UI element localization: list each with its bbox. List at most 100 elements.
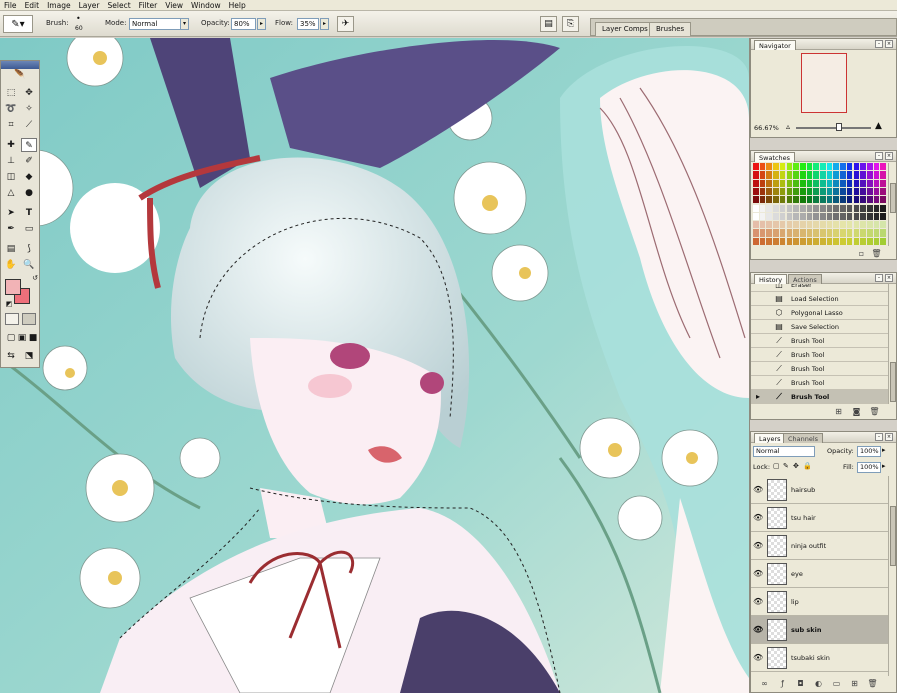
color-swatch[interactable] — [846, 179, 854, 188]
color-swatch[interactable] — [860, 229, 867, 238]
visibility-eye-icon[interactable]: 👁 — [753, 653, 763, 663]
layer-thumbnail[interactable] — [767, 591, 787, 613]
swap-colors-icon[interactable]: ↺ — [27, 271, 43, 285]
color-swatch[interactable] — [840, 237, 847, 246]
dodge-tool-icon[interactable]: ● — [21, 186, 37, 200]
slice-tool-icon[interactable]: ⟋ — [21, 118, 37, 132]
clone-stamp-tool-icon[interactable]: ⊥ — [3, 154, 19, 168]
layer-row[interactable]: 👁 tsubaki skin — [751, 644, 888, 672]
navigator-zoom-value[interactable]: 66.67% — [754, 124, 779, 132]
color-swatch[interactable] — [793, 212, 800, 222]
color-swatch[interactable] — [860, 163, 867, 172]
color-swatch[interactable] — [779, 229, 787, 238]
fill-arrow-icon[interactable]: ▸ — [882, 462, 886, 470]
history-state[interactable]: ⬡ Polygonal Lasso — [751, 306, 888, 320]
color-swatch[interactable] — [833, 229, 841, 238]
standard-mode-button[interactable] — [5, 313, 19, 325]
color-swatch[interactable] — [793, 204, 800, 213]
color-swatch[interactable] — [853, 163, 861, 172]
color-swatch[interactable] — [779, 171, 787, 180]
color-swatch[interactable] — [880, 187, 887, 197]
new-snapshot-icon[interactable]: ◙ — [851, 406, 862, 417]
color-swatch[interactable] — [853, 212, 861, 222]
flow-input[interactable]: 35% — [297, 18, 319, 30]
type-tool-icon[interactable]: T — [21, 206, 37, 220]
color-swatch[interactable] — [766, 229, 774, 238]
layer-row[interactable]: 👁 lip — [751, 588, 888, 616]
color-swatch[interactable] — [826, 163, 834, 172]
color-swatch[interactable] — [813, 212, 820, 222]
color-swatch[interactable] — [766, 179, 774, 188]
color-swatch[interactable] — [880, 163, 887, 172]
color-swatch[interactable] — [779, 204, 787, 213]
layers-scrollbar[interactable] — [888, 476, 896, 676]
color-swatch[interactable] — [880, 171, 887, 180]
visibility-eye-icon[interactable]: 👁 — [753, 597, 763, 607]
color-swatch[interactable] — [759, 221, 767, 230]
color-swatch[interactable] — [766, 196, 774, 205]
default-colors-icon[interactable]: ◩ — [1, 297, 17, 311]
color-swatch[interactable] — [853, 196, 861, 205]
healing-brush-tool-icon[interactable]: ✚ — [3, 138, 19, 152]
color-swatch[interactable] — [853, 179, 861, 188]
color-swatch[interactable] — [753, 204, 760, 213]
color-swatch[interactable] — [793, 187, 800, 197]
color-swatch[interactable] — [806, 221, 814, 230]
color-swatch[interactable] — [799, 196, 807, 205]
history-state[interactable]: ⟋ Brush Tool — [751, 348, 888, 362]
eraser-tool-icon[interactable]: ◫ — [3, 170, 19, 184]
color-swatch[interactable] — [806, 237, 814, 246]
color-swatch[interactable] — [766, 187, 774, 197]
color-swatch[interactable] — [759, 212, 767, 222]
color-swatch[interactable] — [846, 229, 854, 238]
color-swatch[interactable] — [753, 196, 760, 205]
color-swatch[interactable] — [820, 204, 827, 213]
color-swatch[interactable] — [833, 204, 841, 213]
color-swatch[interactable] — [826, 221, 834, 230]
lock-all-icon[interactable]: 🔒 — [803, 462, 812, 470]
lock-position-icon[interactable]: ✥ — [793, 462, 799, 470]
color-swatch[interactable] — [833, 187, 841, 197]
color-swatch[interactable] — [840, 179, 847, 188]
color-swatch[interactable] — [813, 204, 820, 213]
history-state[interactable]: ◫ Eraser — [751, 284, 888, 292]
color-swatch[interactable] — [799, 221, 807, 230]
opacity-input[interactable]: 80% — [231, 18, 256, 30]
color-swatch[interactable] — [773, 212, 780, 222]
color-swatch[interactable] — [840, 229, 847, 238]
color-swatch[interactable] — [793, 221, 800, 230]
color-swatch[interactable] — [826, 212, 834, 222]
color-swatch[interactable] — [866, 229, 874, 238]
color-swatch[interactable] — [846, 187, 854, 197]
zoom-slider-knob[interactable] — [836, 123, 842, 131]
color-swatch[interactable] — [753, 171, 760, 180]
color-swatch[interactable] — [759, 204, 767, 213]
menu-select[interactable]: Select — [104, 0, 135, 11]
document-canvas[interactable] — [0, 38, 749, 693]
feather-icon[interactable]: 🪶 — [3, 70, 37, 82]
color-swatch[interactable] — [759, 196, 767, 205]
color-swatch[interactable] — [766, 212, 774, 222]
color-swatch[interactable] — [806, 229, 814, 238]
color-swatch[interactable] — [820, 221, 827, 230]
history-source-icon[interactable] — [753, 322, 763, 332]
color-swatch[interactable] — [880, 179, 887, 188]
menu-window[interactable]: Window — [187, 0, 225, 11]
layer-name[interactable]: sub skin — [791, 626, 821, 634]
color-swatch[interactable] — [833, 171, 841, 180]
color-swatch[interactable] — [779, 179, 787, 188]
color-swatch[interactable] — [846, 221, 854, 230]
color-swatch[interactable] — [860, 237, 867, 246]
fill-input[interactable]: 100% — [857, 462, 881, 473]
color-swatch[interactable] — [773, 237, 780, 246]
color-swatch[interactable] — [840, 212, 847, 222]
color-swatch[interactable] — [873, 237, 881, 246]
eyedropper-tool-icon[interactable]: ⟆ — [21, 242, 37, 256]
color-swatch[interactable] — [846, 171, 854, 180]
color-swatch[interactable] — [793, 229, 800, 238]
blend-mode-select[interactable]: Normal — [753, 446, 815, 457]
layer-thumbnail[interactable] — [767, 507, 787, 529]
color-swatch[interactable] — [813, 221, 820, 230]
menu-file[interactable]: File — [0, 0, 21, 11]
lock-pixels-icon[interactable]: ✎ — [783, 462, 789, 470]
